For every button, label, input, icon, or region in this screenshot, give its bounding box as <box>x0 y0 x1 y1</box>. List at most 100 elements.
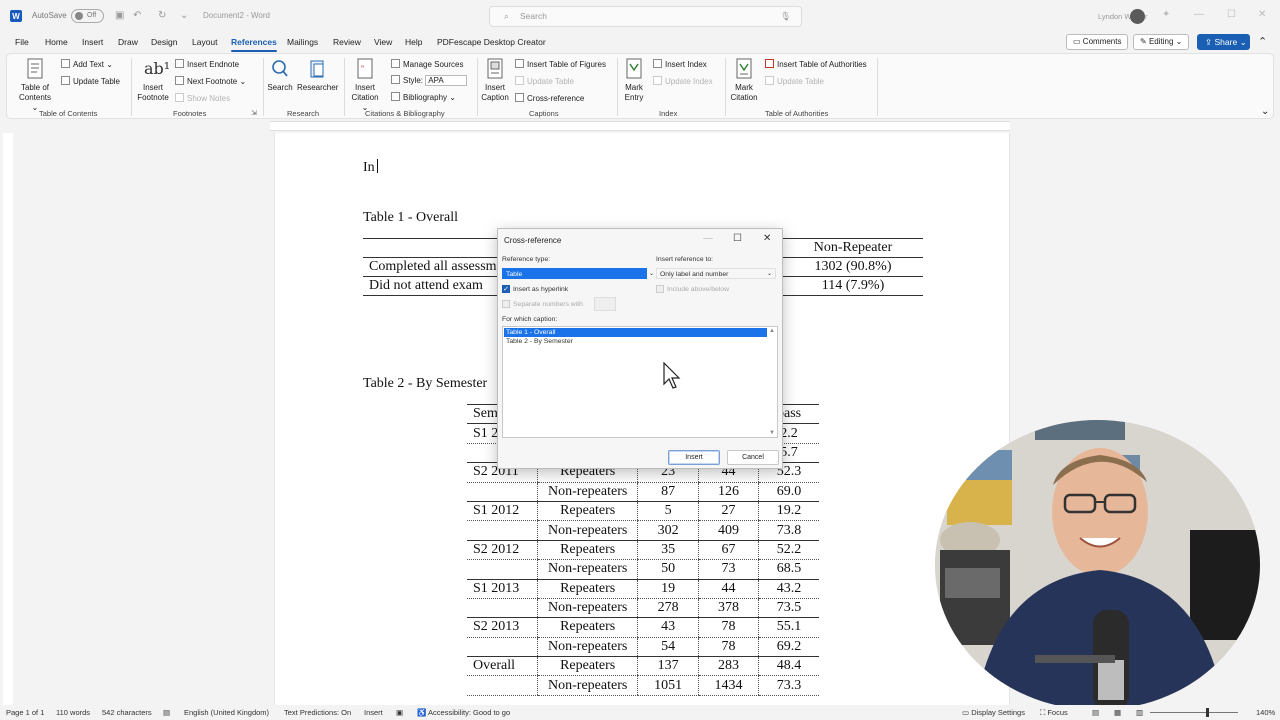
table-cell[interactable]: 78 <box>697 617 759 638</box>
manage-sources-button[interactable]: Manage Sources <box>391 59 463 69</box>
word-count[interactable]: 110 words <box>56 708 90 717</box>
reference-type-select[interactable]: Table ⌄ <box>502 268 654 279</box>
table-cell[interactable]: 126 <box>697 481 759 502</box>
share-button[interactable]: ⇪ Share ⌄ <box>1197 34 1250 50</box>
table-cell[interactable]: 73 <box>697 559 759 580</box>
macro-icon[interactable]: ▣ <box>396 708 403 717</box>
table-cell[interactable]: 69.2 <box>758 636 819 658</box>
list-item[interactable]: Table 1 - Overall <box>504 328 767 337</box>
tab-view[interactable]: View <box>374 37 392 47</box>
researcher-button[interactable]: Researcher <box>297 58 338 93</box>
undo-icon[interactable]: ↶ <box>133 10 141 21</box>
next-footnote-button[interactable]: Next Footnote ⌄ <box>175 76 246 86</box>
print-layout-icon[interactable]: ▦ <box>1114 708 1121 717</box>
table-cell[interactable]: 43.2 <box>758 578 819 599</box>
horizontal-ruler[interactable] <box>270 121 1010 131</box>
dialog-maximize-icon[interactable]: ☐ <box>733 233 742 244</box>
table-cell[interactable]: 55.1 <box>758 617 819 638</box>
table-cell[interactable]: 378 <box>697 597 759 619</box>
include-above-below-checkbox[interactable] <box>656 285 664 293</box>
list-item[interactable]: Table 2 - By Semester <box>504 337 767 346</box>
table-cell[interactable]: 19.2 <box>758 500 819 522</box>
comments-button[interactable]: ▭ Comments <box>1066 34 1129 50</box>
table-cell[interactable]: 43 <box>637 617 699 638</box>
table-cell[interactable]: Repeaters <box>536 500 638 522</box>
table-cell[interactable]: Non-repeaters <box>536 597 638 619</box>
collapse-ribbon-icon[interactable]: ⌄ <box>1261 106 1269 117</box>
minimize-icon[interactable]: — <box>1194 9 1204 20</box>
dialog-launcher-icon[interactable]: ⇲ <box>251 109 257 117</box>
tab-pdfescape[interactable]: PDFescape Desktop Creator <box>437 37 546 47</box>
add-text-button[interactable]: Add Text ⌄ <box>61 59 113 69</box>
table-cell[interactable]: 19 <box>637 578 699 599</box>
tab-file[interactable]: File <box>15 37 29 47</box>
table-cell[interactable]: 409 <box>697 520 759 541</box>
list-scrollbar[interactable]: ▲ ▼ <box>768 328 776 436</box>
page-count[interactable]: Page 1 of 1 <box>6 708 44 717</box>
display-settings[interactable]: ▭ Display Settings <box>962 708 1025 717</box>
table-cell[interactable]: Non-repeaters <box>536 675 638 696</box>
show-notes-button[interactable]: Show Notes <box>175 93 230 103</box>
autosave-toggle[interactable]: Off <box>71 9 104 23</box>
table-cell[interactable]: S2 2013 <box>467 617 538 638</box>
update-toa-button[interactable]: Update Table <box>765 76 824 86</box>
table-cell[interactable]: Repeaters <box>536 539 638 561</box>
table-cell[interactable]: Repeaters <box>536 578 638 599</box>
table-cell[interactable] <box>467 520 538 541</box>
table-cell[interactable]: 44 <box>697 578 759 599</box>
table-cell[interactable]: 278 <box>637 597 699 619</box>
table-cell[interactable]: 54 <box>637 636 699 658</box>
table-cell[interactable]: Repeaters <box>536 617 638 638</box>
tab-layout[interactable]: Layout <box>192 37 218 47</box>
table-cell[interactable]: 78 <box>697 636 759 658</box>
scroll-down-icon[interactable]: ▼ <box>769 430 775 436</box>
separator-input[interactable] <box>594 297 616 311</box>
insert-table-of-figures-button[interactable]: Insert Table of Figures <box>515 59 606 69</box>
update-index-button[interactable]: Update Index <box>653 76 713 86</box>
tab-home[interactable]: Home <box>45 37 68 47</box>
table-cell[interactable] <box>467 597 538 619</box>
update-tof-button[interactable]: Update Table <box>515 76 574 86</box>
table-cell[interactable] <box>467 636 538 658</box>
zoom-slider[interactable] <box>1150 712 1238 713</box>
dialog-minimize-icon[interactable]: — <box>703 233 713 244</box>
table-cell[interactable]: 114 (7.9%) <box>783 276 923 296</box>
insert-caption-button[interactable]: Insert Caption <box>479 58 511 103</box>
table-cell[interactable]: 35 <box>637 539 699 561</box>
table-cell[interactable]: Repeaters <box>536 656 638 677</box>
tab-mailings[interactable]: Mailings <box>287 37 318 47</box>
zoom-level[interactable]: 140% <box>1256 708 1275 717</box>
tab-design[interactable]: Design <box>151 37 177 47</box>
designer-icon[interactable]: ✦ <box>1162 9 1170 20</box>
table-cell[interactable]: 1302 (90.8%) <box>783 257 923 277</box>
table-cell[interactable]: 5 <box>637 500 699 522</box>
table-cell[interactable]: 302 <box>637 520 699 541</box>
table-cell[interactable]: Non-repeaters <box>536 520 638 541</box>
insert-reference-select[interactable]: Only label and number ⌄ <box>656 268 776 279</box>
style-value[interactable]: APA <box>425 75 468 86</box>
update-toc-button[interactable]: Update Table <box>61 76 120 86</box>
table-cell[interactable] <box>467 481 538 502</box>
editing-button[interactable]: ✎ Editing ⌄ <box>1133 34 1190 50</box>
table-cell[interactable]: Overall <box>467 656 538 677</box>
table1-caption[interactable]: Table 1 - Overall <box>363 210 458 226</box>
insert-index-button[interactable]: Insert Index <box>653 59 707 69</box>
table-cell[interactable]: 50 <box>637 559 699 580</box>
table-cell[interactable] <box>467 675 538 696</box>
typed-text[interactable]: In <box>363 159 378 176</box>
tab-review[interactable]: Review <box>333 37 361 47</box>
mark-citation-button[interactable]: Mark Citation <box>727 58 761 103</box>
scroll-up-icon[interactable]: ▲ <box>769 328 775 334</box>
insert-hyperlink-checkbox[interactable]: ✓ <box>502 285 510 293</box>
style-selector[interactable]: Style: APA <box>391 75 468 86</box>
table-cell[interactable]: 69.0 <box>758 481 819 502</box>
table-cell[interactable]: 283 <box>697 656 759 677</box>
table2-caption[interactable]: Table 2 - By Semester <box>363 376 487 392</box>
tab-help[interactable]: Help <box>405 37 422 47</box>
table-cell[interactable]: 68.5 <box>758 559 819 580</box>
table-cell[interactable]: 67 <box>697 539 759 561</box>
focus-button[interactable]: ⛶ Focus <box>1040 708 1068 718</box>
accessibility-status[interactable]: ♿ Accessibility: Good to go <box>417 708 510 717</box>
table-cell[interactable]: 137 <box>637 656 699 677</box>
table-cell[interactable]: 27 <box>697 500 759 522</box>
